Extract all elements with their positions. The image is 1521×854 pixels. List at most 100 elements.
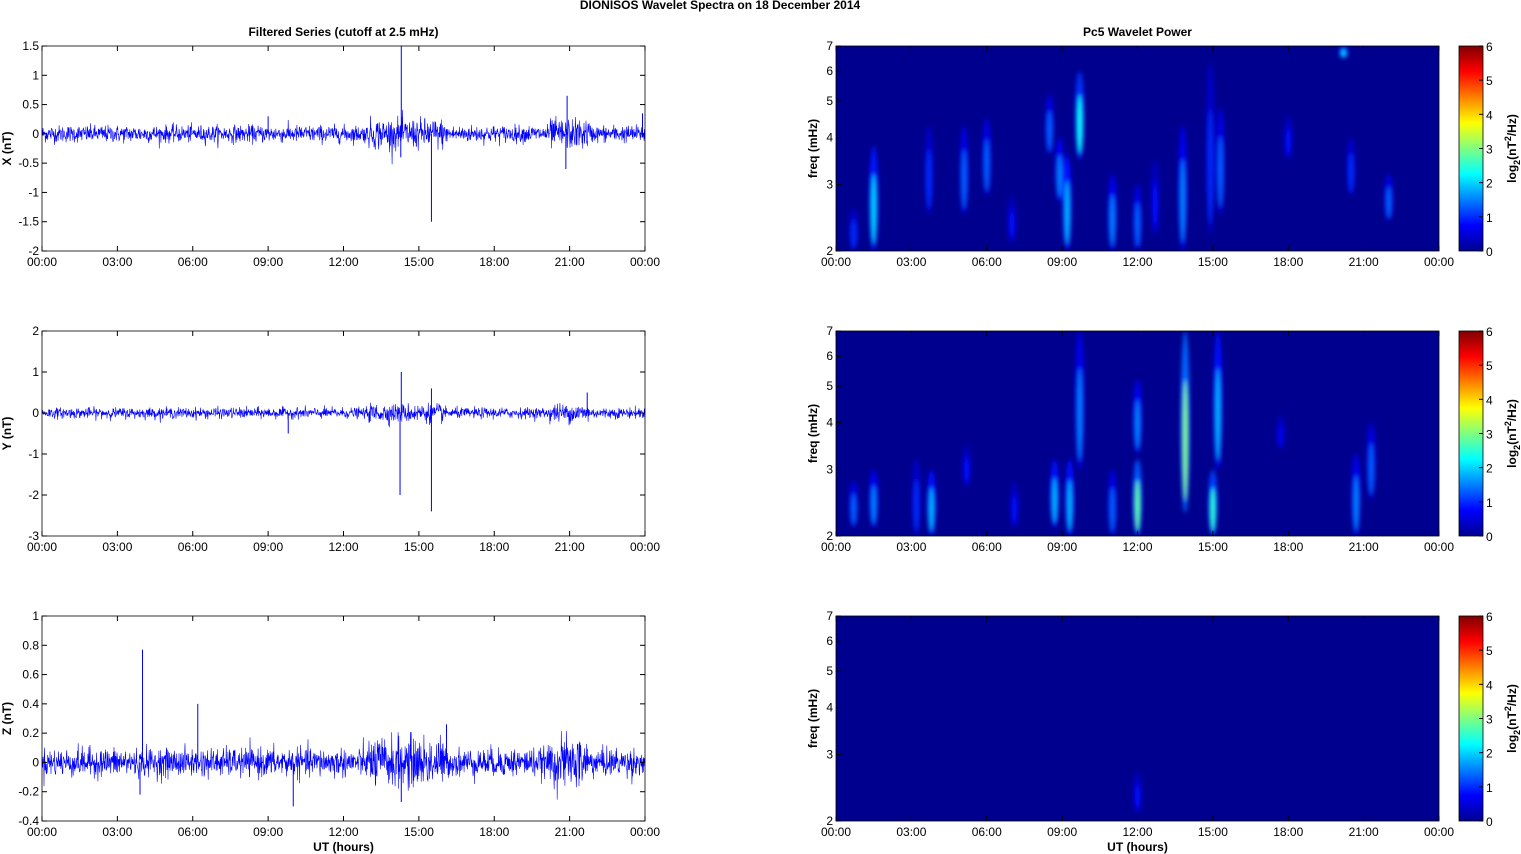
colorbar-label-log: log — [1505, 165, 1519, 183]
x-tick-label: 03:00 — [102, 825, 132, 839]
y-tick-label: 1.5 — [22, 39, 39, 53]
colorbar-tick-label: 6 — [1486, 40, 1493, 54]
y-tick-label: 0.2 — [22, 726, 39, 740]
y-tick-label: 5 — [826, 379, 833, 393]
heatmap-blobs — [1133, 771, 1142, 814]
colorbar-tick-label: 5 — [1486, 359, 1493, 373]
timeseries-panel-Y: 210-1-2-3Y (nT)00:00 03:00 06:00 09:00 12:00… — [0, 324, 660, 554]
y-tick-label: 3 — [826, 748, 833, 762]
x-tick-label: 21:00 — [555, 825, 585, 839]
x-tick-label: 03:00 — [102, 540, 132, 554]
x-tick-label: 15:00 — [404, 255, 434, 269]
heatmap-blob-core — [1057, 154, 1063, 198]
colorbar-tick-label: 5 — [1486, 74, 1493, 88]
colorbar-tick-label: 3 — [1486, 428, 1493, 442]
y-tick-label: 0 — [32, 127, 39, 141]
x-tick-label: 18:00 — [479, 255, 509, 269]
y-tick-label: 0.8 — [22, 638, 39, 652]
heatmap-blob-core — [1052, 477, 1058, 524]
y-tick-label: 1 — [32, 365, 39, 379]
x-tick-label: 00:00 — [1424, 825, 1454, 839]
heatmap-blob-core — [1135, 202, 1140, 247]
y-tick-label: 7 — [826, 324, 833, 338]
y-tick-label: 1 — [32, 609, 39, 623]
x-tick-label: 12:00 — [1122, 540, 1152, 554]
y-tick-label: 0.5 — [22, 98, 39, 112]
timeseries-panel-Z: 10.80.60.40.20-0.2-0.4Z (nT)00:00 03:00 06… — [0, 609, 660, 854]
colorbar: 6 5 4 3 2 1 0 log2(nT2/Hz) — [1458, 40, 1521, 259]
colorbar-label-unit: (nT — [1505, 141, 1519, 160]
x-tick-label: 00:00 — [630, 540, 660, 554]
figure-title: DIONISOS Wavelet Spectra on 18 December … — [580, 0, 861, 12]
colorbar-tick-label: 1 — [1486, 496, 1493, 510]
x-tick-label: 00:00 — [1424, 540, 1454, 554]
x-tick-label: 15:00 — [1198, 255, 1228, 269]
colorbar-tick-label: 4 — [1486, 393, 1493, 407]
colorbar-label-unit: (nT — [1505, 711, 1519, 730]
colorbar-tick-label: 6 — [1486, 610, 1493, 624]
heatmap-blob-core — [1009, 208, 1015, 240]
x-tick-label: 15:00 — [1198, 825, 1228, 839]
heatmap-blob-core — [1182, 379, 1188, 501]
wavelet-panel-X: 2 3 4 5 6 7 freq (mHz) 00:00 03:00 06:00 09:00 12:0… — [806, 25, 1521, 269]
heatmap-blob-core — [1285, 126, 1291, 157]
x-tick-label: 18:00 — [1273, 540, 1303, 554]
x-axis-label: UT (hours) — [313, 840, 374, 854]
y-tick-label: 3 — [826, 463, 833, 477]
x-tick-label: 00:00 — [630, 255, 660, 269]
plot-frame — [41, 45, 646, 252]
colorbar-label-log: log — [1505, 735, 1519, 753]
colorbar-tick-label: 1 — [1486, 211, 1493, 225]
figure-canvas: DIONISOS Wavelet Spectra on 18 December … — [0, 0, 1521, 854]
x-tick-label: 09:00 — [253, 825, 283, 839]
x-tick-label: 09:00 — [1047, 825, 1077, 839]
y-axis-label: freq (mHz) — [806, 119, 820, 178]
x-tick-label: 00:00 — [27, 540, 57, 554]
x-tick-label: 03:00 — [896, 825, 926, 839]
colorbar-tick-label: 0 — [1486, 530, 1493, 544]
colorbar-tick-label: 2 — [1486, 747, 1493, 761]
colorbar-tick-label: 4 — [1486, 108, 1493, 122]
colorbar-label: log2(nT2/Hz) — [1503, 684, 1521, 753]
y-tick-label: 7 — [826, 609, 833, 623]
x-tick-label: 15:00 — [1198, 540, 1228, 554]
heatmap-blob-core — [928, 487, 934, 532]
x-tick-label: 06:00 — [178, 255, 208, 269]
colorbar-tick-label: 3 — [1486, 143, 1493, 157]
heatmap-blob-core — [1353, 475, 1359, 531]
heatmap-blob-core — [1135, 479, 1140, 531]
heatmap-blob-core — [1368, 443, 1374, 495]
heatmap-blob-core — [1109, 194, 1115, 246]
heatmap-blob-core — [1067, 479, 1073, 531]
heatmap-blob-core — [851, 219, 857, 249]
x-tick-label: 15:00 — [404, 825, 434, 839]
x-tick-label: 18:00 — [479, 825, 509, 839]
heatmap-blob-core — [913, 479, 919, 531]
x-tick-label: 00:00 — [27, 825, 57, 839]
y-axis-label: Z (nT) — [0, 702, 14, 735]
x-axis-label: UT (hours) — [1107, 840, 1168, 854]
heatmap-blob-core — [1217, 136, 1223, 208]
y-tick-label: 0.4 — [22, 697, 39, 711]
x-tick-label: 06:00 — [178, 540, 208, 554]
heatmap-blob-core — [1207, 109, 1213, 224]
y-tick-label: 4 — [826, 131, 833, 145]
wavelet-panel-Z: 2 3 4 5 6 7 freq (mHz) 00:00 03:00 06:00 09:00 12:0… — [806, 609, 1521, 854]
x-tick-label: 00:00 — [1424, 255, 1454, 269]
x-tick-label: 12:00 — [1122, 255, 1152, 269]
colorbar-tick-label: 0 — [1486, 245, 1493, 259]
x-tick-label: 00:00 — [821, 825, 851, 839]
heatmap-blob-core — [1135, 782, 1140, 811]
x-tick-label: 21:00 — [1349, 255, 1379, 269]
x-tick-label: 12:00 — [328, 540, 358, 554]
y-tick-label: 6 — [826, 64, 833, 78]
colorbar-label-end: /Hz) — [1505, 684, 1519, 706]
x-tick-label: 21:00 — [1349, 540, 1379, 554]
x-tick-label: 06:00 — [972, 255, 1002, 269]
colorbar-label: log2(nT2/Hz) — [1503, 114, 1521, 183]
colorbar-tick-label: 4 — [1486, 678, 1493, 692]
x-tick-label: 18:00 — [479, 540, 509, 554]
x-tick-label: 00:00 — [821, 255, 851, 269]
y-tick-label: 4 — [826, 416, 833, 430]
y-tick-label: 0 — [32, 755, 39, 769]
